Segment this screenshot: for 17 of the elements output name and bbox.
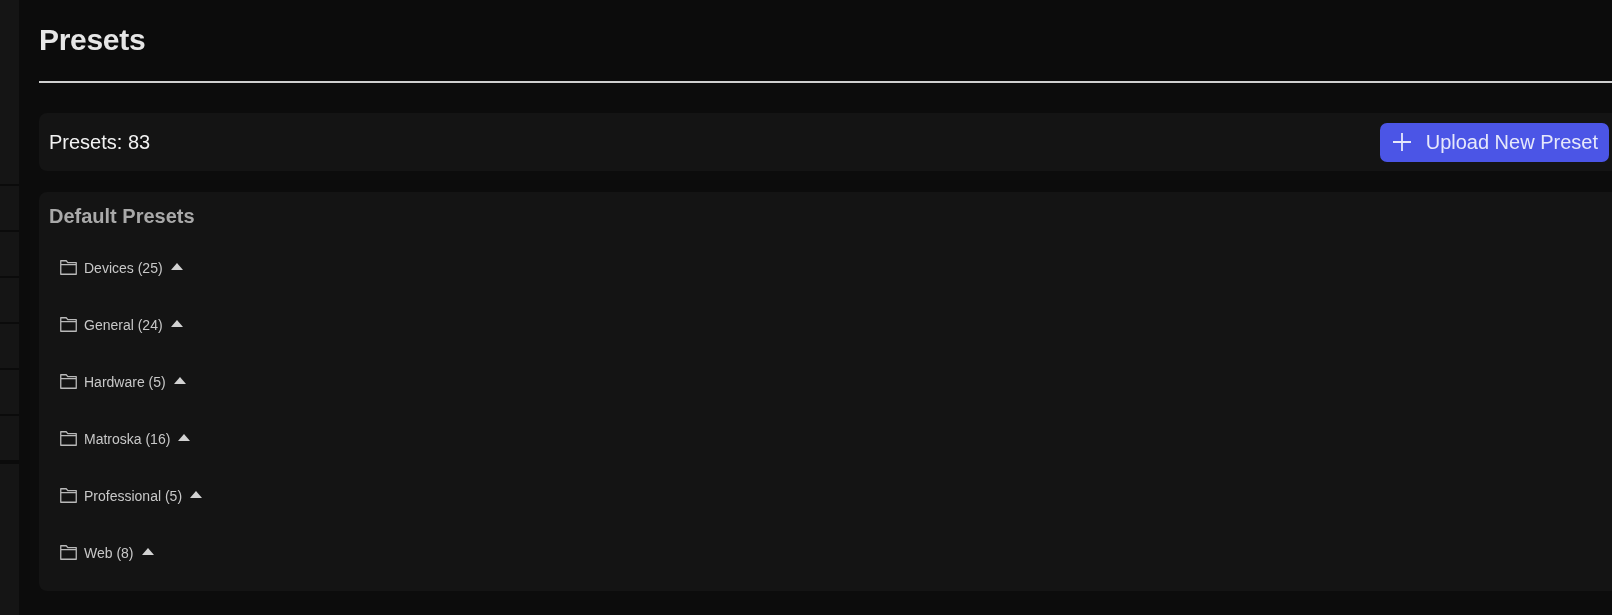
folder-item[interactable]: Professional (5) (60, 487, 203, 504)
page-title: Presets (39, 22, 147, 58)
folder-item[interactable]: Matroska (16) (60, 430, 191, 447)
folder-item[interactable]: Devices (25) (60, 259, 183, 276)
folder-item[interactable]: General (24) (60, 316, 183, 333)
folder-icon (60, 488, 77, 503)
section-heading: Default Presets (49, 204, 196, 228)
folder-icon (60, 260, 77, 275)
folder-item[interactable]: Web (8) (60, 544, 154, 561)
folder-icon (60, 374, 77, 389)
folder-icon (60, 545, 77, 560)
folder-icon (60, 317, 77, 332)
presets-count: Presets: 83 (49, 130, 151, 154)
folder-item[interactable]: Hardware (5) (60, 373, 186, 390)
plus-icon (1391, 132, 1412, 152)
folder-icon (60, 431, 77, 446)
upload-button[interactable]: Upload New Preset (1379, 122, 1609, 162)
